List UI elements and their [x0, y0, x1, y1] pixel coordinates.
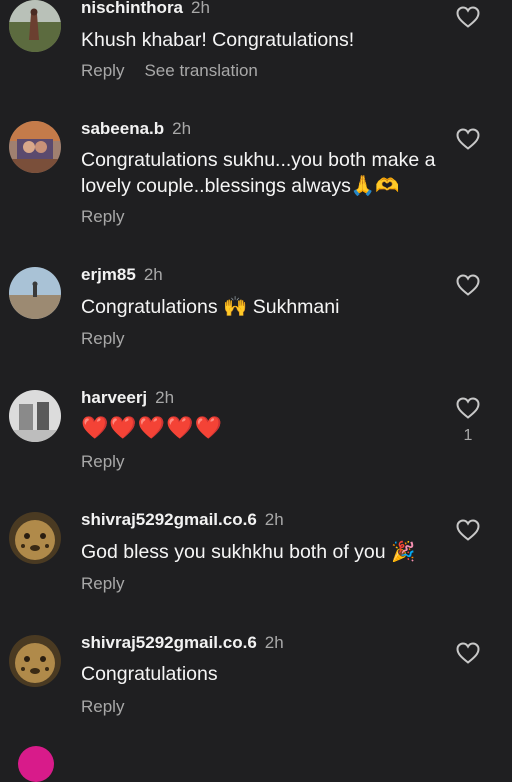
- username[interactable]: harveerj: [81, 388, 147, 407]
- heart-outline-icon[interactable]: [456, 274, 480, 296]
- timestamp: 2h: [172, 119, 192, 138]
- comment-username[interactable]: erjm85 2h: [81, 265, 163, 285]
- heart-outline-icon[interactable]: [456, 397, 480, 419]
- comment-text: God bless you sukhkhu both of you 🎉: [81, 539, 451, 565]
- comment-actions: Reply See translation: [81, 61, 278, 81]
- avatar[interactable]: [9, 267, 61, 319]
- comment-emoji: 🙏🫶: [350, 174, 400, 197]
- timestamp: 2h: [155, 388, 175, 407]
- heart-outline-icon[interactable]: [456, 642, 480, 664]
- username[interactable]: shivraj5292gmail.co.6: [81, 510, 257, 529]
- timestamp: 2h: [143, 265, 163, 284]
- comment-body: God bless you sukhkhu both of you: [81, 541, 386, 563]
- timestamp: 2h: [264, 633, 284, 652]
- reply-button[interactable]: Reply: [81, 697, 124, 716]
- username[interactable]: sabeena.b: [81, 119, 164, 138]
- comment-actions: Reply: [81, 574, 144, 594]
- reply-button[interactable]: Reply: [81, 207, 124, 226]
- comment-actions: Reply: [81, 452, 144, 472]
- comment-text: Congratulations sukhu...you both make a …: [81, 148, 443, 199]
- reply-button[interactable]: Reply: [81, 329, 124, 348]
- comment-text: ❤️❤️❤️❤️❤️: [81, 416, 223, 441]
- comment-body-end: Sukhmani: [252, 296, 340, 318]
- like-count: 1: [463, 427, 473, 444]
- avatar[interactable]: [18, 746, 54, 782]
- heart-outline-icon[interactable]: [456, 6, 480, 28]
- username[interactable]: nischinthora: [81, 0, 183, 17]
- comment-text: Khush khabar! Congratulations!: [81, 29, 355, 51]
- comment-emoji: 🎉: [391, 540, 416, 563]
- heart-outline-icon[interactable]: [456, 128, 480, 150]
- username[interactable]: erjm85: [81, 265, 136, 284]
- comment-body: Congratulations: [81, 296, 218, 318]
- comment-username[interactable]: shivraj5292gmail.co.6 2h: [81, 510, 284, 530]
- comment-username[interactable]: sabeena.b 2h: [81, 119, 191, 139]
- comment-text: Congratulations 🙌 Sukhmani: [81, 294, 451, 320]
- username[interactable]: shivraj5292gmail.co.6: [81, 633, 257, 652]
- comment-emoji: 🙌: [223, 295, 248, 318]
- comment-text: Congratulations: [81, 663, 218, 685]
- reply-button[interactable]: Reply: [81, 61, 124, 80]
- avatar[interactable]: [9, 635, 61, 687]
- comment-actions: Reply: [81, 329, 144, 349]
- comment-actions: Reply: [81, 697, 144, 717]
- reply-button[interactable]: Reply: [81, 574, 124, 593]
- heart-outline-icon[interactable]: [456, 519, 480, 541]
- comment-actions: Reply: [81, 207, 144, 227]
- avatar[interactable]: [9, 390, 61, 442]
- timestamp: 2h: [191, 0, 210, 17]
- timestamp: 2h: [264, 510, 284, 529]
- avatar[interactable]: [9, 121, 61, 173]
- comment-username[interactable]: harveerj 2h: [81, 388, 174, 408]
- comment-username[interactable]: shivraj5292gmail.co.6 2h: [81, 633, 284, 653]
- see-translation-button[interactable]: See translation: [144, 61, 257, 80]
- reply-button[interactable]: Reply: [81, 452, 124, 471]
- comment-username[interactable]: nischinthora 2h: [81, 0, 210, 18]
- avatar[interactable]: [9, 512, 61, 564]
- avatar[interactable]: [9, 0, 61, 52]
